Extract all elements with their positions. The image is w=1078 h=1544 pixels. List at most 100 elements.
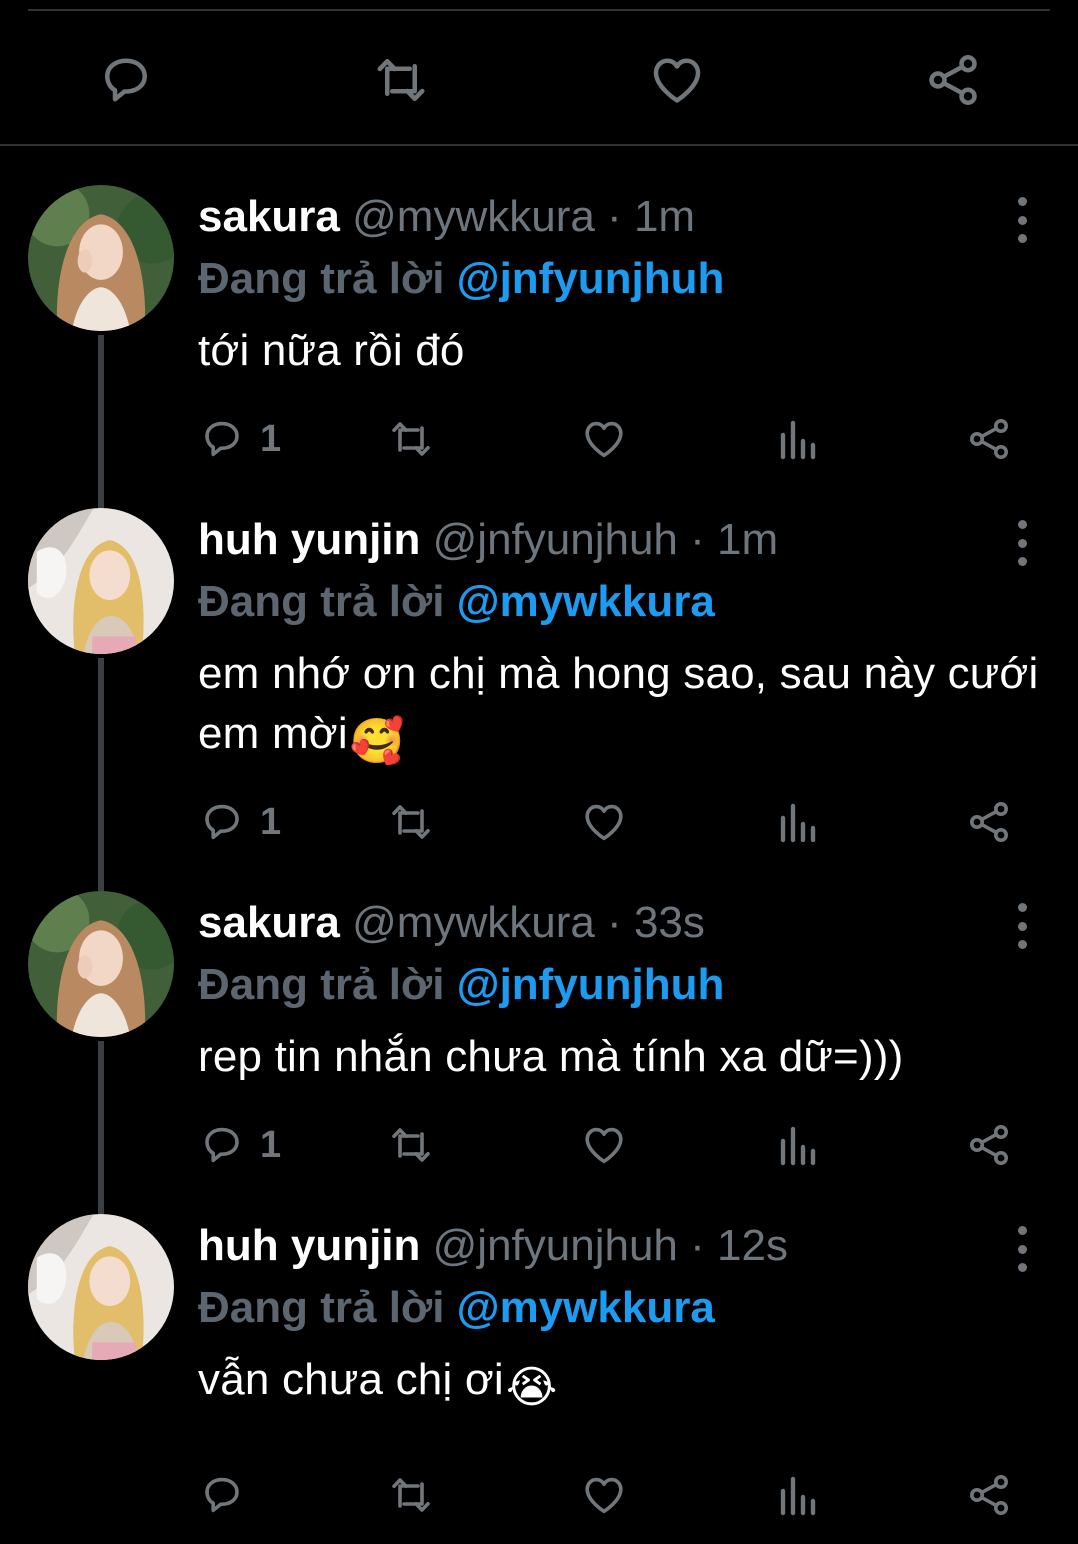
analytics-button[interactable] (773, 411, 821, 467)
replying-to: Đang trả lời @mywkkura (198, 572, 1048, 632)
replying-prefix: Đang trả lời (198, 1283, 445, 1332)
replying-prefix: Đang trả lời (198, 960, 445, 1009)
thread-connector (98, 658, 104, 891)
tweet-content: huh yunjin @jnfyunjhuh · 1m Đang trả lời… (198, 508, 1048, 772)
replying-to: Đang trả lời @jnfyunjhuh (198, 955, 1048, 1015)
reply-button[interactable]: 1 (198, 1117, 281, 1173)
more-icon (1017, 520, 1027, 566)
heart-icon (580, 1121, 628, 1169)
like-button[interactable] (580, 1467, 628, 1523)
analytics-icon (773, 1121, 821, 1169)
thread-connector (98, 1041, 104, 1214)
share-icon (965, 798, 1013, 846)
timestamp[interactable]: 33s (634, 898, 705, 947)
tweet-content: huh yunjin @jnfyunjhuh · 12s Đang trả lờ… (198, 1214, 1048, 1418)
thread-connector (98, 335, 104, 508)
retweet-icon (387, 415, 435, 463)
display-name[interactable]: huh yunjin (198, 515, 420, 564)
replying-to-handle[interactable]: @jnfyunjhuh (457, 254, 725, 303)
reply-icon (198, 1471, 246, 1519)
like-button[interactable] (580, 1117, 628, 1173)
display-name[interactable]: huh yunjin (198, 1221, 420, 1270)
share-icon (965, 1471, 1013, 1519)
timestamp[interactable]: 12s (717, 1221, 788, 1270)
replying-to-handle[interactable]: @jnfyunjhuh (457, 960, 725, 1009)
crying-emoji: 😭 (505, 1363, 558, 1412)
analytics-button[interactable] (773, 1117, 821, 1173)
display-name[interactable]: sakura (198, 192, 340, 241)
share-button[interactable] (965, 794, 1013, 850)
display-name[interactable]: sakura (198, 898, 340, 947)
tweet-reply[interactable]: huh yunjin @jnfyunjhuh · 1m Đang trả lời… (0, 508, 1078, 891)
heart-icon (647, 50, 707, 110)
main-retweet-button[interactable] (361, 40, 441, 120)
separator-dot: · (690, 1221, 705, 1270)
tweet-actions: 1 (198, 1117, 1018, 1173)
avatar[interactable] (28, 891, 174, 1037)
more-icon (1017, 903, 1027, 949)
tweet-text-body: em nhớ ơn chị mà hong sao, sau này cưới … (198, 649, 1039, 758)
avatar[interactable] (28, 508, 174, 654)
tweet-reply[interactable]: huh yunjin @jnfyunjhuh · 12s Đang trả lờ… (0, 1214, 1078, 1544)
replying-prefix: Đang trả lời (198, 577, 445, 626)
tweet-reply[interactable]: sakura @mywkkura · 1m Đang trả lời @jnfy… (0, 185, 1078, 508)
replying-to-handle[interactable]: @mywkkura (457, 577, 715, 626)
tweet-actions: 1 (198, 411, 1018, 467)
retweet-button[interactable] (387, 1467, 435, 1523)
reply-count: 1 (260, 417, 282, 460)
timestamp[interactable]: 1m (717, 515, 778, 564)
main-tweet-actions (0, 40, 1078, 120)
tweet-actions: 1 (198, 794, 1018, 850)
retweet-button[interactable] (387, 794, 435, 850)
retweet-icon (387, 798, 435, 846)
share-icon (923, 50, 983, 110)
user-handle[interactable]: @mywkkura (352, 192, 595, 241)
analytics-button[interactable] (773, 1467, 821, 1523)
main-share-button[interactable] (913, 40, 993, 120)
like-button[interactable] (580, 794, 628, 850)
avatar[interactable] (28, 185, 174, 331)
replying-to-handle[interactable]: @mywkkura (457, 1283, 715, 1332)
tweet-reply[interactable]: sakura @mywkkura · 33s Đang trả lời @jnf… (0, 891, 1078, 1214)
heart-icon (580, 415, 628, 463)
share-icon (965, 415, 1013, 463)
more-options-button[interactable] (1002, 197, 1042, 243)
reply-button[interactable] (198, 1467, 260, 1523)
replying-to: Đang trả lời @jnfyunjhuh (198, 249, 1048, 309)
user-handle[interactable]: @mywkkura (352, 898, 595, 947)
more-options-button[interactable] (1002, 903, 1042, 949)
analytics-icon (773, 415, 821, 463)
tweet-actions (198, 1467, 1018, 1523)
main-like-button[interactable] (637, 40, 717, 120)
retweet-button[interactable] (387, 1117, 435, 1173)
share-button[interactable] (965, 1467, 1013, 1523)
retweet-button[interactable] (387, 411, 435, 467)
retweet-icon (387, 1471, 435, 1519)
main-reply-button[interactable] (86, 40, 166, 120)
reply-count: 1 (260, 800, 282, 843)
analytics-icon (773, 1471, 821, 1519)
more-options-button[interactable] (1002, 1226, 1042, 1272)
share-button[interactable] (965, 411, 1013, 467)
replying-to: Đang trả lời @mywkkura (198, 1278, 1048, 1338)
user-handle[interactable]: @jnfyunjhuh (433, 515, 678, 564)
heart-icon (580, 1471, 628, 1519)
more-icon (1017, 197, 1027, 243)
separator-dot: · (607, 192, 622, 241)
analytics-button[interactable] (773, 794, 821, 850)
top-divider (28, 9, 1050, 11)
like-button[interactable] (580, 411, 628, 467)
avatar[interactable] (28, 1214, 174, 1360)
replying-prefix: Đang trả lời (198, 254, 445, 303)
tweet-text-body: rep tin nhắn chưa mà tính xa dữ=))) (198, 1032, 904, 1081)
share-button[interactable] (965, 1117, 1013, 1173)
user-handle[interactable]: @jnfyunjhuh (433, 1221, 678, 1270)
reply-thread: sakura @mywkkura · 1m Đang trả lời @jnfy… (0, 185, 1078, 1544)
tweet-text-body: tới nữa rồi đó (198, 326, 465, 375)
reply-button[interactable]: 1 (198, 794, 281, 850)
reply-button[interactable]: 1 (198, 411, 281, 467)
tweet-text: em nhớ ơn chị mà hong sao, sau này cưới … (198, 644, 1048, 772)
more-options-button[interactable] (1002, 520, 1042, 566)
separator-dot: · (690, 515, 705, 564)
timestamp[interactable]: 1m (634, 192, 695, 241)
